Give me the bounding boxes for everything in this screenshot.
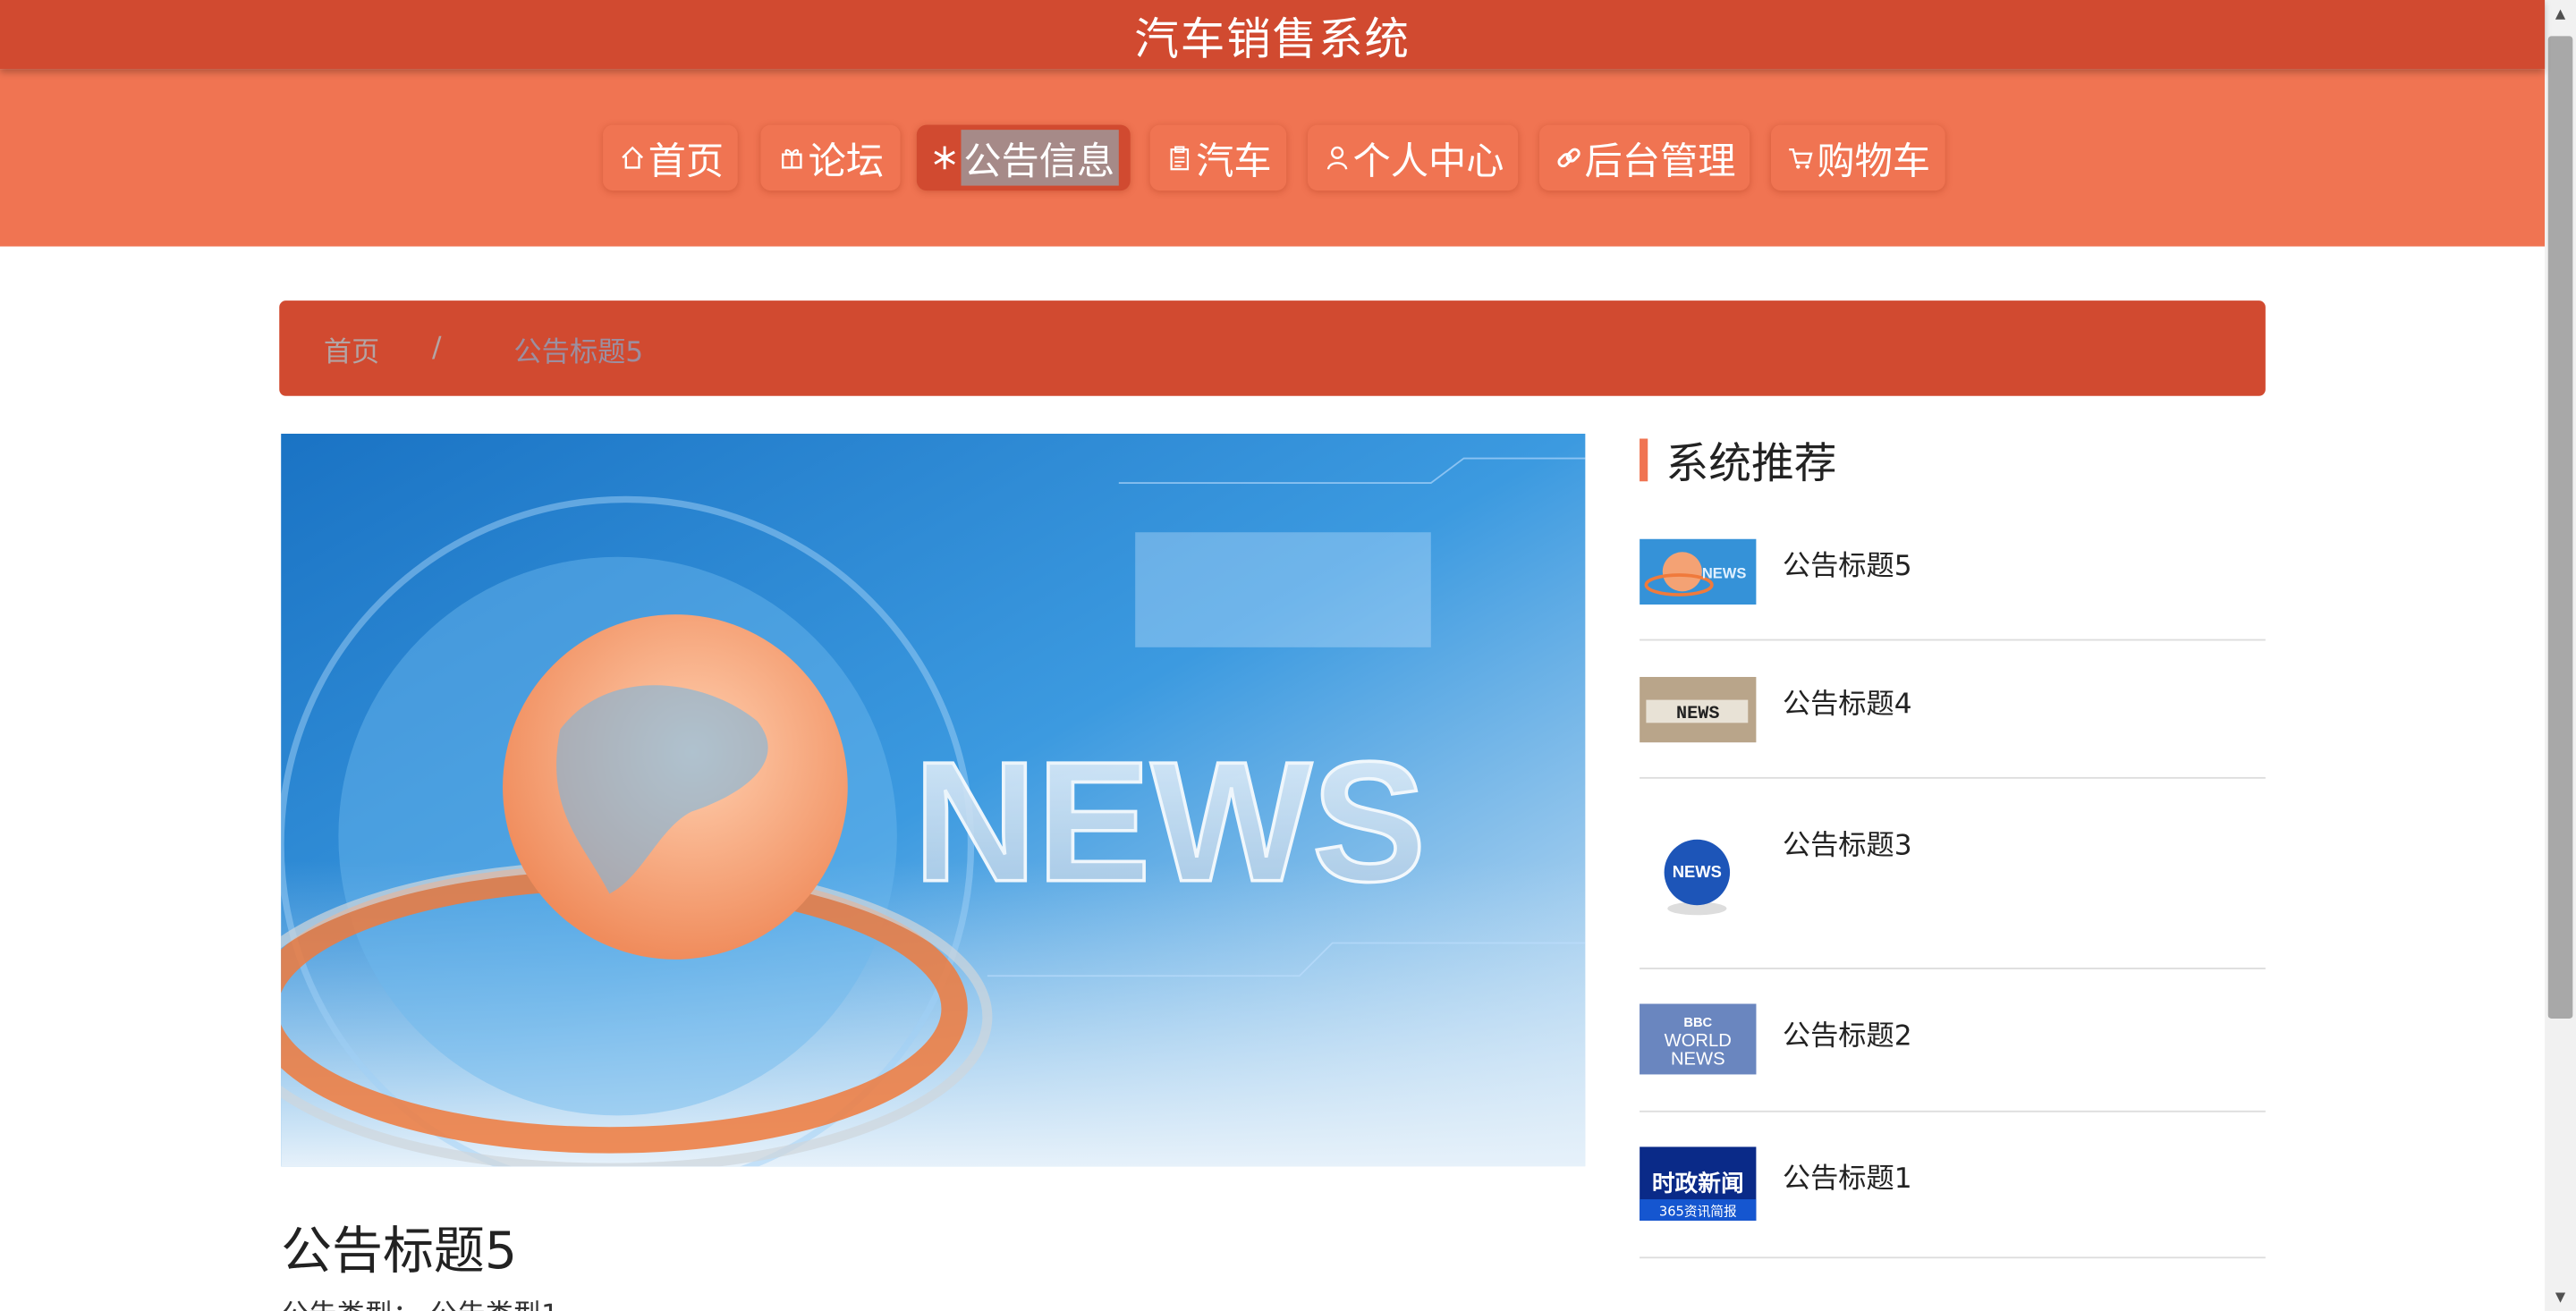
article-image: NEWS: [281, 433, 1586, 1167]
news-image-text: NEWS: [913, 727, 1426, 918]
snowflake-icon: [929, 143, 959, 173]
app-title: 汽车销售系统: [1134, 13, 1411, 65]
nav-item-admin[interactable]: 后台管理: [1539, 125, 1750, 190]
clipboard-icon: [1165, 143, 1194, 173]
nav-item-forum[interactable]: 论坛: [760, 125, 900, 190]
cart-icon: [1786, 143, 1816, 173]
recommend-title[interactable]: 公告标题3: [1783, 822, 1912, 863]
nav-item-label: 后台管理: [1584, 140, 1736, 184]
recommend-thumbnail: NEWS: [1640, 538, 1757, 605]
scroll-up-arrow-icon[interactable]: ▲: [2545, 0, 2576, 28]
nav-item-label: 购物车: [1817, 140, 1931, 184]
recommend-thumbnail: BBC WORLD NEWS: [1640, 1003, 1757, 1075]
user-icon: [1322, 143, 1352, 173]
thumbnail-line1: BBC: [1683, 1016, 1712, 1030]
thumbnail-line3: NEWS: [1671, 1049, 1725, 1069]
title-bar: 汽车销售系统: [0, 0, 2546, 70]
recommend-title[interactable]: 公告标题2: [1783, 1012, 1912, 1053]
recommend-item[interactable]: BBC WORLD NEWS 公告标题2: [1640, 969, 2266, 1112]
recommend-item[interactable]: NEWS 公告标题5: [1640, 518, 2266, 641]
breadcrumb: 首页 / 公告标题5: [279, 300, 2266, 396]
vertical-scrollbar[interactable]: ▲ ▼: [2545, 0, 2576, 1311]
thumbnail-text: NEWS: [1673, 862, 1722, 881]
article-meta: 公告类型： 公告类型1: [281, 1291, 559, 1311]
recommend-title[interactable]: 公告标题4: [1783, 681, 1912, 722]
recommend-thumbnail: NEWS: [1640, 676, 1757, 743]
thumbnail-text: NEWS: [1676, 704, 1719, 724]
nav-item-label: 汽车: [1196, 140, 1272, 184]
breadcrumb-current: 公告标题5: [513, 335, 644, 369]
nav-item-cars[interactable]: 汽车: [1150, 125, 1286, 190]
main-nav: 首页 论坛 公告信息 汽车 个人中心 后台管理 购物车: [0, 69, 2546, 247]
recommend-thumbnail: NEWS: [1640, 815, 1757, 932]
recommend-title[interactable]: 公告标题1: [1783, 1155, 1912, 1197]
recommend-thumbnail: 时政新闻 365资讯简报: [1640, 1146, 1757, 1221]
breadcrumb-separator: /: [432, 332, 442, 365]
recommend-item[interactable]: 时政新闻 365资讯简报 公告标题1: [1640, 1112, 2266, 1259]
nav-item-cart[interactable]: 购物车: [1771, 125, 1945, 190]
recommend-title[interactable]: 公告标题5: [1783, 542, 1912, 583]
nav-item-announcements[interactable]: 公告信息: [916, 124, 1131, 191]
scrollbar-thumb[interactable]: [2547, 36, 2573, 1019]
scroll-down-arrow-icon[interactable]: ▼: [2545, 1283, 2576, 1311]
heading-accent-bar: [1640, 438, 1648, 482]
nav-item-user-center[interactable]: 个人中心: [1308, 125, 1518, 190]
nav-item-label: 公告信息: [960, 130, 1118, 186]
link-icon: [1554, 143, 1583, 173]
article-title: 公告标题5: [281, 1222, 518, 1281]
nav-item-label: 论坛: [808, 140, 885, 184]
sidebar-heading-text: 系统推荐: [1665, 439, 1837, 489]
thumbnail-text: NEWS: [1702, 565, 1747, 582]
recommend-item[interactable]: NEWS 公告标题4: [1640, 640, 2266, 779]
breadcrumb-home-link[interactable]: 首页: [324, 327, 379, 369]
thumbnail-line2: WORLD: [1665, 1031, 1732, 1051]
thumbnail-subtext: 365资讯简报: [1659, 1204, 1737, 1219]
nav-item-label: 个人中心: [1352, 140, 1504, 184]
thumbnail-text: 时政新闻: [1652, 1170, 1744, 1197]
nav-item-home[interactable]: 首页: [603, 125, 738, 190]
sidebar-heading: 系统推荐: [1640, 434, 1836, 489]
nav-item-label: 首页: [648, 140, 724, 184]
recommend-item[interactable]: NEWS 公告标题3: [1640, 779, 2266, 969]
gift-icon: [777, 143, 807, 173]
home-icon: [617, 143, 647, 173]
